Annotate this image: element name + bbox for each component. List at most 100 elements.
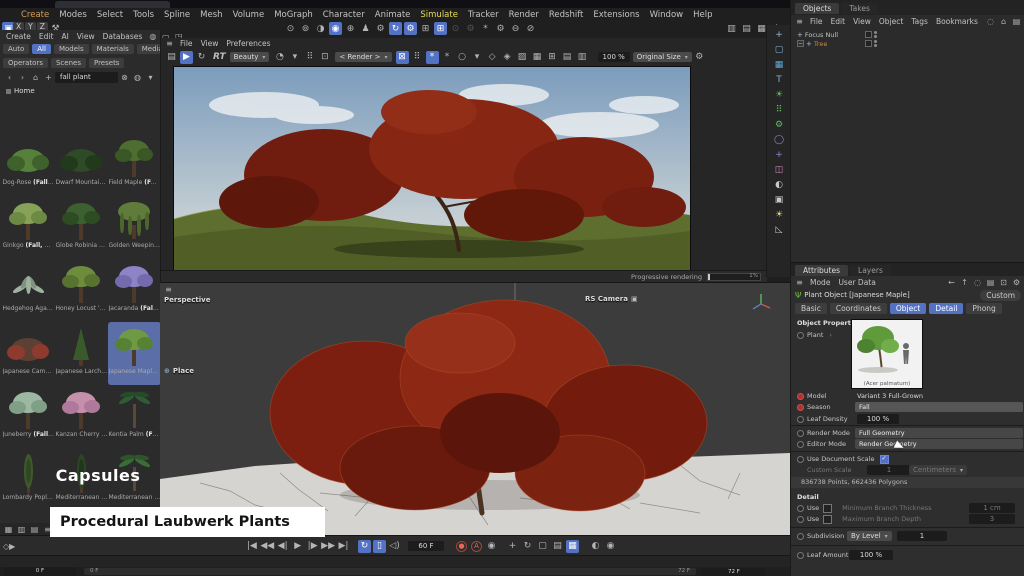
- om-menu-file[interactable]: File: [806, 17, 827, 26]
- rec-rotation-icon[interactable]: ↻: [521, 540, 534, 553]
- zoom-mode-dropdown[interactable]: Original Size▾: [633, 52, 692, 62]
- character-tool-icon[interactable]: ♟: [359, 22, 372, 35]
- attr-menu-icon[interactable]: ≡: [794, 277, 805, 288]
- plant-item-japanese-larch[interactable]: Japanese Larch (Fall, Plant): [55, 322, 108, 385]
- disable-icon[interactable]: ⊘: [524, 22, 537, 35]
- expand-arrow-icon[interactable]: ›: [829, 331, 832, 339]
- plant-item-juneberry[interactable]: Juneberry (Fall, Plant): [2, 385, 55, 448]
- lock-icon[interactable]: ◍: [132, 72, 143, 83]
- snap-modeling-icon[interactable]: ⊙: [284, 22, 297, 35]
- filter-tab-models[interactable]: Models: [54, 44, 89, 54]
- plant-item-japanese-maple[interactable]: Japanese Maple (Fall, Plant): [108, 322, 161, 385]
- snap-enable-icon[interactable]: ◉: [329, 22, 342, 35]
- om-home-icon[interactable]: ⌂: [998, 16, 1009, 27]
- prev-frame-icon[interactable]: ◀|: [276, 540, 289, 553]
- object-state[interactable]: [865, 40, 877, 47]
- menu-character[interactable]: Character: [318, 10, 370, 20]
- plant-item-ginkgo[interactable]: Ginkgo (Fall, Plant): [2, 196, 55, 259]
- current-frame-field[interactable]: 60 F: [408, 541, 444, 551]
- menu-volume[interactable]: Volume: [228, 10, 270, 20]
- menu-mograph[interactable]: MoGraph: [269, 10, 318, 20]
- plant-item-kanzan-cherry[interactable]: Kanzan Cherry (Fall, Plant): [55, 385, 108, 448]
- breadcrumb[interactable]: Home: [14, 87, 35, 95]
- attr-tab-attributes[interactable]: Attributes: [795, 265, 848, 276]
- menu-spline[interactable]: Spline: [159, 10, 195, 20]
- use-max-branch-checkbox[interactable]: [823, 515, 832, 524]
- compare-circle-icon[interactable]: ○: [456, 51, 469, 64]
- character-settings-icon[interactable]: ⚙: [374, 22, 387, 35]
- plant-item-golden-weeping-willow[interactable]: Golden Weeping Willow (Fall, Plant): [108, 196, 161, 259]
- sub division-field[interactable]: 1: [897, 531, 947, 541]
- category-tab-presets[interactable]: Presets: [89, 58, 124, 68]
- om-menu-view[interactable]: View: [849, 17, 875, 26]
- clear-search-icon[interactable]: ⊗: [119, 72, 130, 83]
- rgb-caret-icon[interactable]: ▾: [288, 51, 301, 64]
- menu-modes[interactable]: Modes: [54, 10, 92, 20]
- search-options-caret-icon[interactable]: ▾: [145, 72, 156, 83]
- plant-preview[interactable]: (Acer palmatum): [851, 319, 923, 389]
- rec-parameter-icon[interactable]: ▤: [551, 540, 564, 553]
- simulate-settings-icon[interactable]: ⚙: [404, 22, 417, 35]
- section-tab-detail[interactable]: Detail: [929, 303, 963, 314]
- flake-tool-icon[interactable]: *: [479, 22, 492, 35]
- pv-settings-icon[interactable]: ⚙: [693, 51, 706, 64]
- om-menu-edit[interactable]: Edit: [827, 17, 850, 26]
- menu-render[interactable]: Render: [504, 10, 544, 20]
- simulate-toggle-icon[interactable]: ↻: [389, 22, 402, 35]
- rec-position-icon[interactable]: +: [506, 540, 519, 553]
- menu-select[interactable]: Select: [92, 10, 128, 20]
- thumb-medium-icon[interactable]: ▥: [16, 524, 27, 535]
- om-filter-icon[interactable]: ▤: [1011, 16, 1022, 27]
- symmetry-icon[interactable]: ◫: [773, 162, 786, 177]
- nav-forward-icon[interactable]: ›: [17, 72, 28, 83]
- menu-help[interactable]: Help: [688, 10, 717, 20]
- attr-tab-layers[interactable]: Layers: [850, 265, 891, 276]
- attr-filter-icon[interactable]: ▤: [985, 277, 996, 288]
- om-tab-objects[interactable]: Objects: [795, 3, 839, 14]
- compare-caret-icon[interactable]: ▾: [471, 51, 484, 64]
- plant-item-dog-rose[interactable]: Dog-Rose (Fall, Plant): [2, 133, 55, 196]
- layer-checkbox[interactable]: [865, 31, 872, 38]
- visibility-dots[interactable]: [874, 40, 877, 47]
- attr-lock-icon[interactable]: ⊡: [998, 277, 1009, 288]
- solo-off-icon[interactable]: ◐: [589, 540, 602, 553]
- attr-settings-icon[interactable]: ⚙: [1011, 277, 1022, 288]
- use-min-branch-checkbox[interactable]: [823, 504, 832, 513]
- pass-dropdown[interactable]: Beauty▾: [230, 52, 270, 62]
- keyframe-dot[interactable]: [797, 332, 804, 339]
- nav-back-icon[interactable]: ‹: [4, 72, 15, 83]
- expander-icon[interactable]: −: [797, 40, 804, 47]
- axis-tool-icon[interactable]: +: [773, 27, 786, 42]
- section-tab-coordinates[interactable]: Coordinates: [830, 303, 887, 314]
- region-icon[interactable]: ◈: [501, 51, 514, 64]
- globe-icon[interactable]: ◍: [147, 31, 158, 42]
- render-slot-dropdown[interactable]: < Render >▾: [335, 52, 391, 62]
- rt-label[interactable]: RT: [213, 52, 226, 62]
- viewport-view-label[interactable]: Perspective: [164, 296, 210, 304]
- menu-mesh[interactable]: Mesh: [195, 10, 227, 20]
- next-key-icon[interactable]: ▶▶: [321, 540, 335, 553]
- render-to-picture-viewer-icon[interactable]: ▤: [740, 22, 753, 35]
- range-start-field[interactable]: 0 F: [4, 567, 76, 576]
- generator-star-icon[interactable]: ☀: [773, 87, 786, 102]
- season-dropdown[interactable]: Fall: [855, 402, 1023, 412]
- spline-axis-icon[interactable]: +: [773, 147, 786, 162]
- goto-start-icon[interactable]: |◀: [245, 540, 258, 553]
- plant-item-globe-robinia[interactable]: Globe Robinia (Fall, Plant): [55, 196, 108, 259]
- viewport-menu-icon[interactable]: ≡: [163, 284, 174, 295]
- ab-menu-databases[interactable]: Databases: [99, 32, 147, 41]
- rgb-channel-icon[interactable]: ◔: [273, 51, 286, 64]
- home-icon[interactable]: ⌂: [30, 72, 41, 83]
- plant-item-hedgehog-agave[interactable]: Hedgehog Agave (Fall, Plant): [2, 259, 55, 322]
- generator-cluster-icon[interactable]: ⠿: [773, 102, 786, 117]
- prev-key-icon[interactable]: ◀◀: [260, 540, 274, 553]
- attr-find-icon[interactable]: ◌: [972, 277, 983, 288]
- plant-item-honey-locust-sunburst[interactable]: Honey Locust 'Sunburst' (Fall, Plant): [55, 259, 108, 322]
- custom-button[interactable]: Custom: [980, 290, 1021, 301]
- pv-menu-view[interactable]: View: [197, 39, 223, 48]
- camera-object-icon[interactable]: ▣: [773, 192, 786, 207]
- layer-checkbox[interactable]: [865, 40, 872, 47]
- plant-item-dwarf-mountain-pine[interactable]: Dwarf Mountain Pine (Fall, Plant): [55, 133, 108, 196]
- autokey-icon[interactable]: A: [471, 541, 482, 552]
- lock-icon[interactable]: ⊠: [396, 51, 409, 64]
